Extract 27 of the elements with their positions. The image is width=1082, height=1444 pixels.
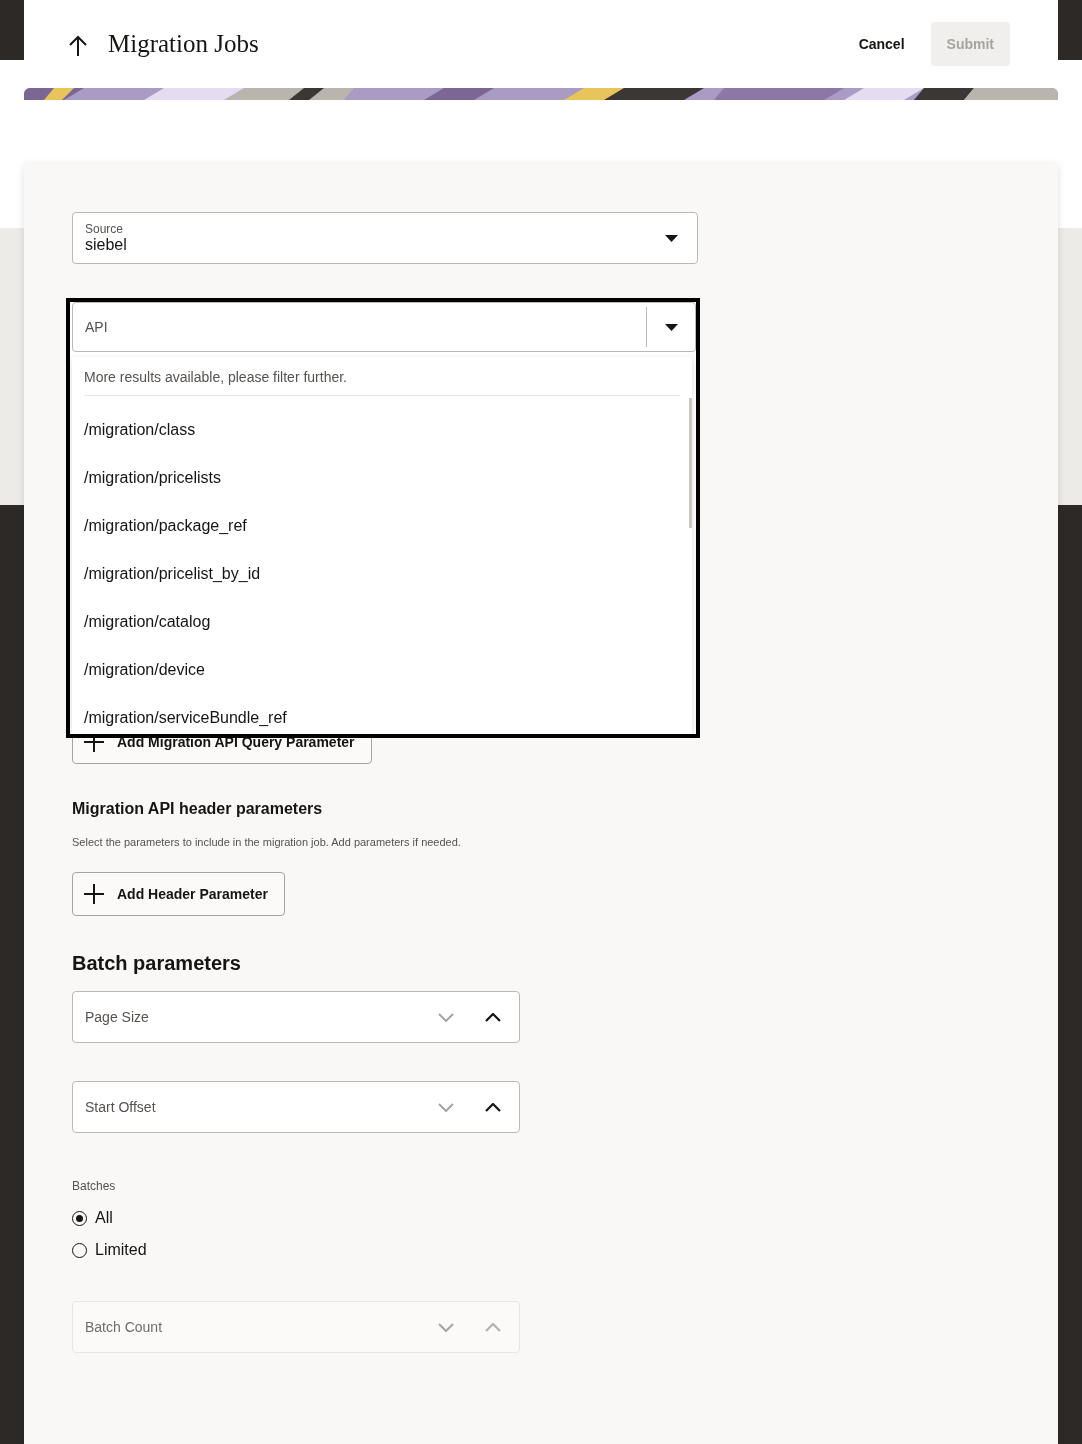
radio-option[interactable]: All (72, 1209, 147, 1227)
dropdown-option[interactable]: /migration/device (72, 658, 692, 706)
section-heading: Migration API header parameters (72, 800, 323, 818)
cancel-button[interactable]: Cancel (844, 26, 919, 62)
dropdown-message: More results available, please filter further. (84, 357, 680, 396)
dropdown-caret-icon[interactable] (665, 234, 678, 242)
dropdown-caret-icon[interactable] (665, 323, 678, 331)
dropdown-option[interactable]: /migration/pricelists (72, 466, 692, 514)
source-select[interactable]: Source siebel (72, 212, 698, 264)
number-input[interactable]: Start Offset (72, 1081, 520, 1133)
radio-group-label: Batches (72, 1179, 117, 1193)
page-title: Migration Jobs (108, 30, 259, 58)
number-input[interactable]: Page Size (72, 991, 520, 1043)
dropdown-option[interactable]: /migration/class (72, 418, 692, 466)
dropdown-option[interactable]: /migration/pricelist_by_id (72, 562, 692, 610)
back-arrow-icon[interactable] (69, 35, 87, 57)
radio-option[interactable]: Limited (72, 1241, 147, 1259)
plus-icon (83, 883, 105, 905)
scrollbar[interactable] (689, 398, 692, 528)
section-heading: Batch parameters (72, 952, 241, 975)
increment-icon[interactable] (485, 1102, 501, 1112)
increment-icon[interactable] (485, 1012, 501, 1022)
dropdown-option[interactable]: /migration/package_ref (72, 514, 692, 562)
api-combobox[interactable] (66, 298, 700, 738)
section-description: Select the parameters to include in the migration job. Add parameters if needed. (72, 836, 461, 848)
dropdown-option[interactable]: /migration/catalog (72, 610, 692, 658)
add-header-parameter-button[interactable]: Add Header Parameter (72, 872, 285, 916)
